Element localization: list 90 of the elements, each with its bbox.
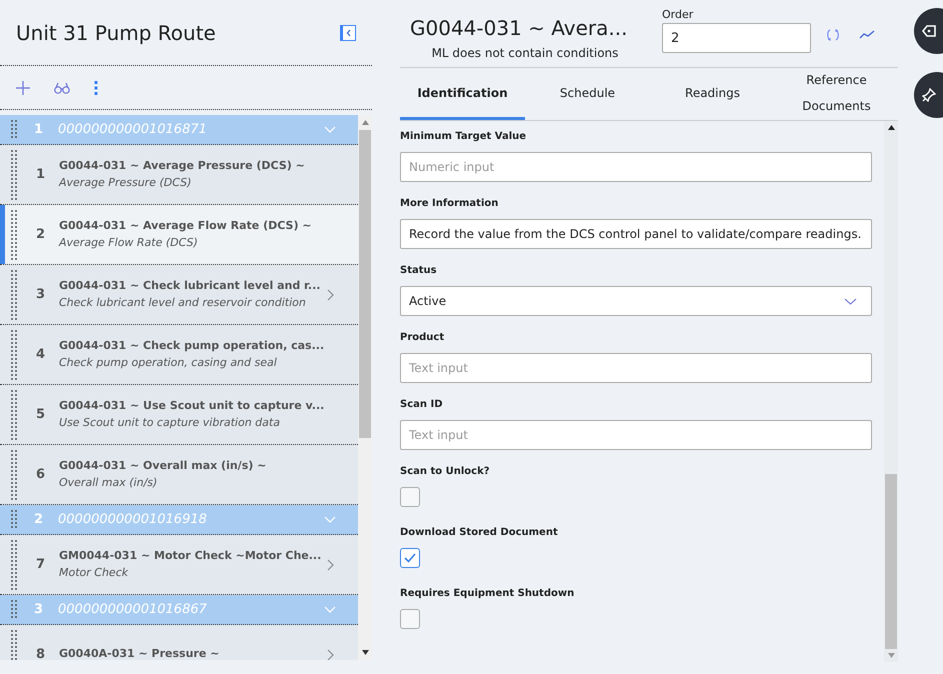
item-number: 1: [36, 166, 46, 184]
detail-subtitle: ML does not contain conditions: [432, 45, 618, 62]
more-options-icon[interactable]: [94, 80, 98, 94]
trend-line-icon[interactable]: [859, 30, 875, 40]
tab[interactable]: Schedule: [525, 68, 650, 120]
tag-icon: [922, 25, 936, 37]
drag-handle-icon[interactable]: [10, 449, 18, 500]
chevron-right-icon[interactable]: [327, 288, 334, 300]
tab[interactable]: Readings: [650, 68, 775, 120]
text-field[interactable]: Text input: [400, 420, 872, 450]
route-list-item[interactable]: 5 G0044-031 ~ Use Scout unit to capture v... Use Scout unit to capture vibration data: [0, 385, 358, 445]
route-list-item[interactable]: 7 GM0044-031 ~ Motor Check ~Motor Che... Motor Check: [0, 535, 358, 595]
item-title: G0044-031 ~ Check lubricant level and r...: [59, 278, 320, 294]
order-field[interactable]: 2: [662, 23, 811, 53]
item-subtitle: Motor Check: [59, 564, 130, 580]
form-scrollbar[interactable]: [884, 121, 898, 662]
scrollbar-thumb[interactable]: [885, 474, 897, 649]
item-subtitle: Check pump operation, casing and seal: [59, 354, 278, 370]
tab[interactable]: Reference Documents: [775, 68, 898, 120]
item-number: 2: [36, 226, 46, 244]
route-list-item[interactable]: 6 G0044-031 ~ Overall max (in/s) ~ Overall max (in/s): [0, 445, 358, 505]
chevron-right-icon[interactable]: [327, 558, 334, 570]
item-title: G0044-031 ~ Overall max (in/s) ~: [59, 458, 266, 474]
field-label: Scan to Unlock?: [400, 465, 491, 479]
field-label: Minimum Target Value: [400, 130, 528, 144]
chevron-left-icon: [346, 28, 352, 36]
item-subtitle: Average Pressure (DCS): [59, 174, 192, 190]
collapse-panel-button[interactable]: [340, 24, 356, 40]
drag-handle-icon[interactable]: [10, 149, 18, 200]
order-label: Order: [662, 7, 694, 23]
text-field[interactable]: Text input: [400, 353, 872, 383]
route-list-item[interactable]: 2 G0044-031 ~ Average Flow Rate (DCS) ~ Average Flow Rate (DCS): [0, 205, 358, 265]
item-number: 3: [36, 286, 46, 304]
item-number: 8: [36, 646, 46, 660]
field-label: Scan ID: [400, 398, 444, 412]
item-number: 6: [36, 466, 46, 484]
group-id: 000000000001016867: [58, 600, 207, 619]
group-number: 1: [34, 120, 44, 139]
route-list-item[interactable]: 4 G0044-031 ~ Check pump operation, cas... Check pump operation, casing and seal: [0, 325, 358, 385]
field-label: Download Stored Document: [400, 526, 559, 540]
scroll-up-icon[interactable]: [888, 125, 894, 130]
group-id: 000000000001016918: [58, 510, 207, 529]
route-title: Unit 31 Pump Route: [16, 20, 216, 46]
binoculars-icon[interactable]: [54, 82, 70, 94]
chevron-down-icon: [844, 298, 857, 304]
route-list-item[interactable]: 3 G0044-031 ~ Check lubricant level and r... Check lubricant level and reservoir condition: [0, 265, 358, 325]
field-label: Product: [400, 331, 446, 345]
field-label: More Information: [400, 197, 500, 211]
item-subtitle: Use Scout unit to capture vibration data: [59, 414, 281, 430]
field-label: Requires Equipment Shutdown: [400, 587, 576, 601]
route-list-item[interactable]: 1 G0044-031 ~ Average Pressure (DCS) ~ Average Pressure (DCS): [0, 145, 358, 205]
group-number: 2: [34, 510, 44, 529]
item-title: G0044-031 ~ Average Pressure (DCS) ~: [59, 158, 305, 174]
scroll-down-icon[interactable]: [362, 650, 368, 655]
item-subtitle: Average Flow Rate (DCS): [59, 234, 199, 250]
refresh-icon[interactable]: [825, 28, 841, 42]
drag-handle-icon[interactable]: [10, 389, 18, 440]
item-subtitle: Check lubricant level and reservoir condition: [59, 294, 307, 310]
checkmark-icon: [404, 553, 416, 563]
checkbox[interactable]: [400, 548, 420, 568]
field-label: Status: [400, 264, 438, 278]
group-number: 3: [34, 600, 44, 619]
item-title: G0044-031 ~ Average Flow Rate (DCS) ~: [59, 218, 312, 234]
drag-handle-icon[interactable]: [10, 539, 18, 590]
selection-bar: [0, 205, 5, 264]
drag-handle-icon[interactable]: [10, 269, 18, 320]
item-number: 7: [36, 556, 46, 574]
drag-handle-icon[interactable]: [10, 209, 18, 260]
chevron-right-icon[interactable]: [327, 648, 334, 660]
checkbox[interactable]: [400, 487, 420, 507]
tab[interactable]: Identification: [400, 68, 525, 120]
group-id: 000000000001016871: [58, 120, 207, 139]
scrollbar-thumb[interactable]: [359, 130, 371, 438]
item-subtitle: Overall max (in/s): [59, 474, 158, 490]
item-title: G0040A-031 ~ Pressure ~: [59, 646, 220, 660]
pin-icon: [922, 88, 936, 102]
drag-handle-icon[interactable]: [10, 329, 18, 380]
item-title: GM0044-031 ~ Motor Check ~Motor Che...: [59, 548, 322, 564]
checkbox[interactable]: [400, 609, 420, 629]
text-field[interactable]: Record the value from the DCS control panel to validate/compare readings.: [400, 219, 872, 249]
status-dropdown[interactable]: Active: [400, 286, 872, 316]
route-list-item[interactable]: 8 G0040A-031 ~ Pressure ~: [0, 625, 358, 660]
add-icon[interactable]: [16, 80, 30, 94]
item-number: 5: [36, 406, 46, 424]
list-scrollbar[interactable]: [358, 115, 372, 660]
item-number: 4: [36, 346, 46, 364]
item-title: G0044-031 ~ Check pump operation, cas...: [59, 338, 324, 354]
item-title: G0044-031 ~ Use Scout unit to capture v...: [59, 398, 324, 414]
detail-title: G0044-031 ~ Avera...: [409, 15, 628, 42]
text-field[interactable]: Numeric input: [400, 152, 872, 182]
